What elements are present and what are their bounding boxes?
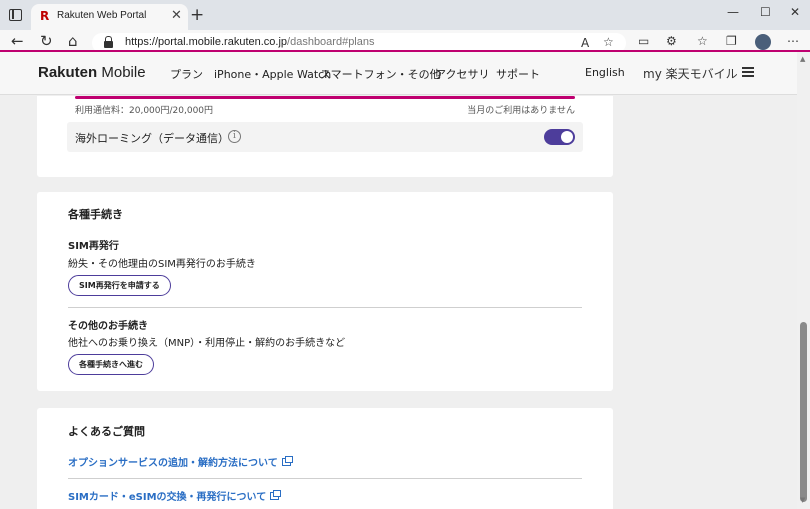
sim-reissue-title: SIM再発行	[68, 241, 119, 252]
tab-actions-icon[interactable]	[9, 9, 22, 21]
sim-reissue-button[interactable]: SIM再発行を申請する	[68, 275, 171, 296]
other-procedures-desc: 他社へのお乗り換え（MNP）・利用停止・解約のお手続きなど	[68, 338, 346, 349]
other-procedures-button[interactable]: 各種手続きへ進む	[68, 354, 154, 375]
scroll-thumb[interactable]	[800, 322, 807, 502]
home-icon[interactable]: ⌂	[68, 32, 78, 50]
tab-close-icon[interactable]: ✕	[171, 8, 182, 23]
procedures-title: 各種手続き	[68, 208, 123, 221]
divider	[68, 478, 582, 479]
faq-link-sim[interactable]: SIMカード・eSIMの交換・再発行について	[68, 488, 282, 503]
rakuten-mobile-logo[interactable]: Rakuten Mobile	[38, 64, 146, 81]
faq-link-options[interactable]: オプションサービスの追加・解約方法について	[68, 454, 293, 469]
page-scrollbar[interactable]: ▲ ▼	[797, 52, 810, 509]
procedures-card: 各種手続き SIM再発行 紛失・その他理由のSIM再発行のお手続き SIM再発行…	[37, 192, 613, 391]
site-header: Rakuten Mobile プラン iPhone・Apple Watch スマ…	[0, 52, 797, 95]
nav-support[interactable]: サポート	[496, 66, 540, 82]
hamburger-menu-icon[interactable]	[742, 67, 754, 77]
toggle-knob	[561, 131, 573, 143]
extensions-icon[interactable]: ⚙	[666, 34, 677, 48]
usage-note: 当月のご利用はありません	[467, 106, 575, 116]
profile-avatar[interactable]	[755, 34, 771, 50]
browser-tabbar: R Rakuten Web Portal ✕ + — ☐ ✕	[0, 0, 810, 30]
my-rakuten-link[interactable]: my 楽天モバイル	[643, 65, 738, 82]
nav-plan[interactable]: プラン	[170, 66, 203, 82]
language-link[interactable]: English	[585, 66, 625, 79]
faq-card: よくあるご質問 オプションサービスの追加・解約方法について SIMカード・eSI…	[37, 408, 613, 509]
divider	[68, 307, 582, 308]
roaming-row: 海外ローミング（データ通信） i	[67, 122, 583, 152]
roaming-toggle[interactable]	[544, 129, 575, 145]
split-screen-icon[interactable]: ▭	[638, 34, 649, 48]
main-content: 利用通信料：20,000円/20,000円 当月のご利用はありません 海外ローミ…	[0, 96, 797, 509]
usage-progress-bar	[75, 96, 575, 99]
usage-label: 利用通信料：20,000円/20,000円	[75, 106, 214, 116]
rakuten-favicon-icon: R	[40, 9, 50, 23]
close-window-icon[interactable]: ✕	[790, 5, 800, 19]
minimize-icon[interactable]: —	[727, 5, 739, 19]
external-link-icon	[281, 456, 293, 466]
scroll-up-icon[interactable]: ▲	[800, 55, 805, 63]
nav-smartphone[interactable]: スマートフォン・その他	[320, 66, 441, 82]
browser-tab[interactable]: R Rakuten Web Portal ✕	[31, 4, 188, 30]
sim-reissue-desc: 紛失・その他理由のSIM再発行のお手続き	[68, 259, 256, 270]
favorite-star-icon[interactable]: ☆	[603, 35, 614, 49]
nav-accessory[interactable]: アクセサリ	[435, 66, 489, 82]
roaming-label: 海外ローミング（データ通信）	[75, 132, 229, 145]
other-procedures-title: その他のお手続き	[68, 321, 148, 332]
tab-title: Rakuten Web Portal	[57, 10, 147, 21]
collections-icon[interactable]: ❐	[726, 34, 737, 48]
favorites-icon[interactable]: ☆	[697, 34, 708, 48]
info-icon[interactable]: i	[228, 130, 241, 143]
scroll-down-icon[interactable]: ▼	[800, 496, 805, 504]
new-tab-icon[interactable]: +	[190, 5, 204, 25]
data-usage-card: 利用通信料：20,000円/20,000円 当月のご利用はありません 海外ローミ…	[37, 96, 613, 177]
maximize-icon[interactable]: ☐	[760, 5, 771, 19]
lock-icon[interactable]	[104, 36, 113, 48]
back-icon[interactable]: ←	[11, 32, 24, 50]
refresh-icon[interactable]: ↻	[40, 32, 53, 50]
more-menu-icon[interactable]: ⋯	[787, 34, 799, 48]
nav-iphone[interactable]: iPhone・Apple Watch	[214, 66, 331, 82]
read-aloud-icon[interactable]: A	[581, 36, 589, 50]
faq-title: よくあるご質問	[68, 425, 145, 438]
url-text[interactable]: https://portal.mobile.rakuten.co.jp/dash…	[125, 36, 375, 48]
external-link-icon	[270, 490, 282, 500]
